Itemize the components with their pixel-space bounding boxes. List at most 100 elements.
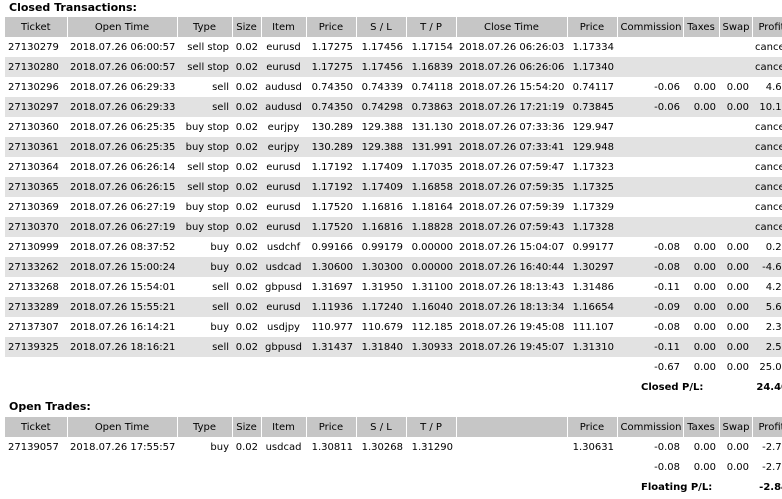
col-commission: Commission (617, 417, 684, 437)
open-total-taxes: 0.00 (693, 461, 716, 473)
cell-close-price: 0.73845 (567, 97, 617, 117)
cell-close-time: 2018.07.26 07:59:35 (456, 177, 567, 197)
closed-pl-label: Closed P/L: (641, 381, 704, 393)
col-taxes: Taxes (683, 17, 720, 37)
cell-item: eurusd (261, 57, 306, 77)
cell-ticket: 27133268 (5, 277, 67, 297)
cell-size: 0.02 (232, 237, 261, 257)
cell-size: 0.02 (232, 97, 261, 117)
cell-ticket: 27139057 (5, 437, 67, 457)
cell-price: 1.17520 (306, 197, 356, 217)
cell-tp: 1.17035 (406, 157, 456, 177)
col-type: Type (177, 17, 233, 37)
cell-sl: 1.16816 (356, 217, 406, 237)
col-sl: S / L (356, 417, 407, 437)
cell-empty (617, 217, 752, 237)
table-row: 27130296 2018.07.26 06:29:33 sell 0.02 audus… (5, 77, 782, 97)
cell-ticket: 27130296 (5, 77, 67, 97)
closed-pl-row: Closed P/L: 24.40 (5, 377, 782, 397)
cell-size: 0.02 (232, 137, 261, 157)
closed-header-row: Ticket Open Time Type Size Item Price S … (5, 17, 782, 37)
col-price: Price (306, 17, 357, 37)
cell-price: 110.977 (306, 317, 356, 337)
cell-tp: 0.74118 (406, 77, 456, 97)
cell-commission: -0.08 (617, 437, 683, 457)
col-close-price: Price (567, 17, 618, 37)
cell-open-time: 2018.07.26 06:25:35 (67, 137, 177, 157)
cell-price: 1.30600 (306, 257, 356, 277)
cell-type: sell stop (177, 157, 232, 177)
cell-sl: 1.31840 (356, 337, 406, 357)
cell-close-price: 1.17325 (567, 177, 617, 197)
cell-profit: cancelled (752, 117, 782, 137)
cell-type: buy stop (177, 197, 232, 217)
cell-commission: -0.11 (617, 337, 683, 357)
cell-close-time (456, 437, 567, 457)
cell-close-time: 2018.07.26 06:26:06 (456, 57, 567, 77)
cell-type: sell stop (177, 57, 232, 77)
cell-close-price: 1.17328 (567, 217, 617, 237)
cell-size: 0.02 (232, 217, 261, 237)
closed-total-taxes: 0.00 (693, 361, 716, 373)
cell-swap: 0.00 (719, 257, 752, 277)
cell-close-price: 1.17329 (567, 197, 617, 217)
col-tp: T / P (406, 417, 457, 437)
cell-size: 0.02 (232, 337, 261, 357)
table-row: 27133262 2018.07.26 15:00:24 buy 0.02 usdcad… (5, 257, 782, 277)
cell-profit: cancelled (752, 57, 782, 77)
table-row: 27133289 2018.07.26 15:55:21 sell 0.02 eurus… (5, 297, 782, 317)
cell-swap: 0.00 (719, 437, 752, 457)
cell-item: eurusd (261, 177, 306, 197)
table-row: 27130369 2018.07.26 06:27:19 buy stop 0.02 e… (5, 197, 782, 217)
col-swap: Swap (719, 17, 753, 37)
cell-size: 0.02 (232, 257, 261, 277)
cell-open-time: 2018.07.26 06:25:35 (67, 117, 177, 137)
cell-taxes: 0.00 (683, 337, 719, 357)
cell-taxes: 0.00 (683, 277, 719, 297)
cell-taxes: 0.00 (683, 297, 719, 317)
table-row: 27130999 2018.07.26 08:37:52 buy 0.02 usdchf… (5, 237, 782, 257)
cell-item: eurusd (261, 157, 306, 177)
cell-sl: 1.30268 (356, 437, 406, 457)
cell-swap: 0.00 (719, 77, 752, 97)
cell-commission: -0.08 (617, 257, 683, 277)
cell-open-time: 2018.07.26 06:27:19 (67, 197, 177, 217)
cell-sl: 1.17456 (356, 37, 406, 57)
cell-profit: cancelled (752, 37, 782, 57)
open-total-commission: -0.08 (654, 461, 680, 473)
cell-taxes: 0.00 (683, 237, 719, 257)
col-item: Item (261, 417, 307, 437)
cell-size: 0.02 (232, 177, 261, 197)
cell-open-time: 2018.07.26 06:00:57 (67, 57, 177, 77)
cell-price: 1.31437 (306, 337, 356, 357)
cell-profit: 4.22 (752, 277, 782, 297)
cell-type: sell stop (177, 37, 232, 57)
cell-tp: 131.130 (406, 117, 456, 137)
closed-totals-row: -0.67 0.00 0.00 25.07 (5, 357, 782, 377)
open-totals-row: -0.08 0.00 0.00 -2.76 (5, 457, 782, 477)
table-row: 27130360 2018.07.26 06:25:35 buy stop 0.02 e… (5, 117, 782, 137)
cell-price: 130.289 (306, 117, 356, 137)
cell-close-time: 2018.07.26 19:45:07 (456, 337, 567, 357)
cell-item: eurusd (261, 217, 306, 237)
col-blank (456, 417, 568, 437)
col-size: Size (232, 17, 262, 37)
cell-close-price: 1.31486 (567, 277, 617, 297)
cell-ticket: 27130364 (5, 157, 67, 177)
cell-ticket: 27130369 (5, 197, 67, 217)
cell-close-price: 1.17340 (567, 57, 617, 77)
cell-profit: 5.64 (752, 297, 782, 317)
cell-item: eurusd (261, 37, 306, 57)
cell-taxes: 0.00 (683, 317, 719, 337)
col-size: Size (232, 417, 262, 437)
cell-commission: -0.06 (617, 77, 683, 97)
cell-taxes: 0.00 (683, 437, 719, 457)
cell-swap: 0.00 (719, 277, 752, 297)
cell-open-time: 2018.07.26 06:00:57 (67, 37, 177, 57)
cell-profit: 2.54 (752, 337, 782, 357)
cell-empty (617, 57, 752, 77)
table-row: 27130361 2018.07.26 06:25:35 buy stop 0.02 e… (5, 137, 782, 157)
cell-open-time: 2018.07.26 06:29:33 (67, 97, 177, 117)
cell-close-time: 2018.07.26 07:59:43 (456, 217, 567, 237)
cell-ticket: 27130297 (5, 97, 67, 117)
